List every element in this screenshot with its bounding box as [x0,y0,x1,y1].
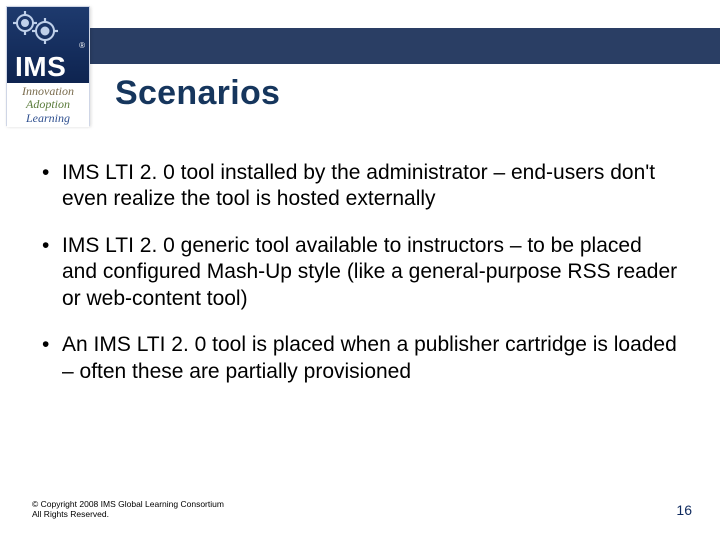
slide-body: IMS LTI 2. 0 tool installed by the admin… [40,160,682,405]
bullet-item: An IMS LTI 2. 0 tool is placed when a pu… [40,332,682,385]
page-number: 16 [676,502,692,518]
logo-tagline: Innovation Adoption Learning [7,83,89,127]
bullet-item: IMS LTI 2. 0 generic tool available to i… [40,233,682,312]
header-bar [80,28,720,64]
copyright-footer: © Copyright 2008 IMS Global Learning Con… [32,499,224,520]
slide-title: Scenarios [115,74,280,113]
ims-logo: ® IMS Innovation Adoption Learning [6,6,90,126]
registered-mark: ® [79,41,85,50]
logo-acronym: IMS [15,53,66,81]
tagline-learning: Learning [26,112,70,125]
tagline-adoption: Adoption [26,98,70,111]
copyright-line2: All Rights Reserved. [32,509,224,520]
logo-top: ® IMS [7,7,89,83]
slide: ® IMS Innovation Adoption Learning Scena… [0,0,720,540]
copyright-line1: © Copyright 2008 IMS Global Learning Con… [32,499,224,510]
gears-icon [11,9,61,45]
bullet-item: IMS LTI 2. 0 tool installed by the admin… [40,160,682,213]
